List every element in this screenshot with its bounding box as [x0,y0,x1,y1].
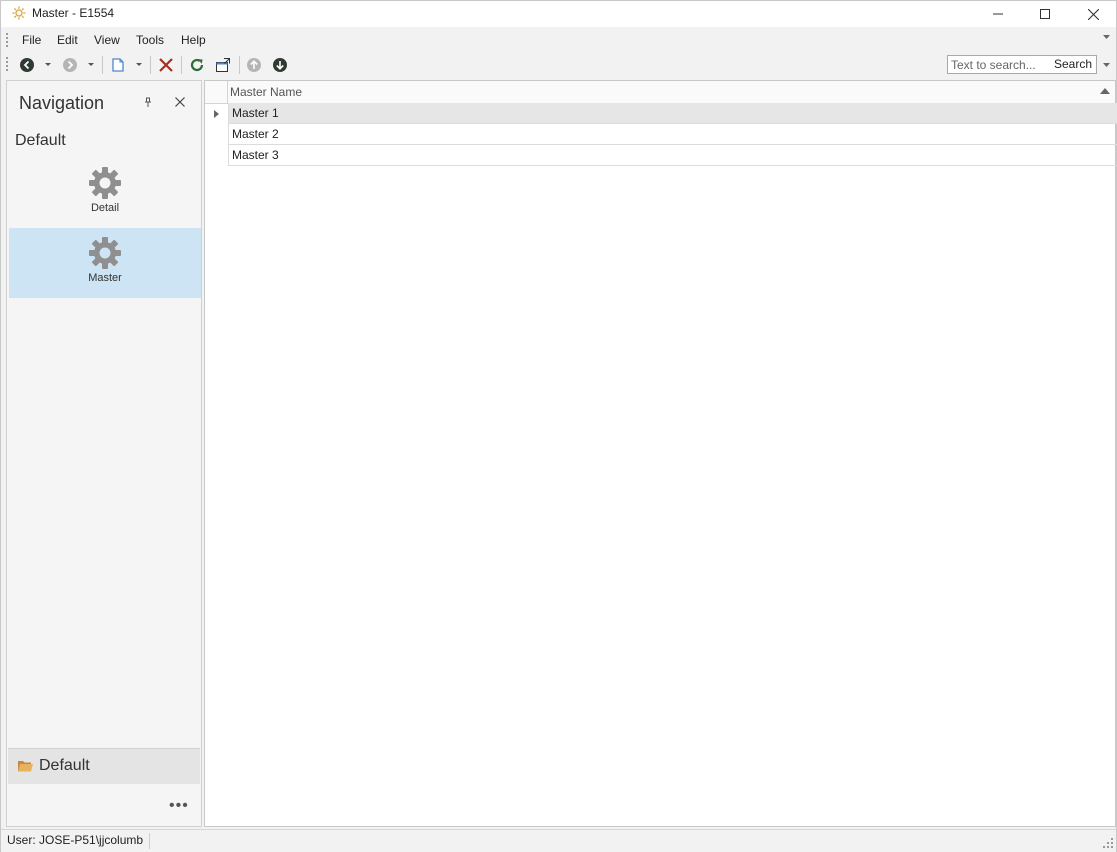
nav-item-label: Master [88,272,122,284]
nav-item-label: Detail [90,202,120,214]
close-icon[interactable] [175,97,185,107]
nav-group-default-label: Default [39,757,90,774]
minimize-button[interactable] [975,1,1021,27]
toolbar-separator [150,56,151,74]
menu-tools[interactable]: Tools [136,33,164,47]
cell-master-name: Master 3 [232,148,279,162]
app-gear-icon [12,6,26,20]
nav-item-detail[interactable]: Detail [9,158,201,228]
search-button[interactable]: Search [1054,57,1092,71]
refresh-icon[interactable] [189,57,205,73]
nav-item-master[interactable]: Master [9,228,201,298]
forward-icon[interactable] [62,57,78,73]
status-bar: User: JOSE-P51\jjcolumb [1,829,1116,852]
maximize-icon [1040,9,1050,19]
navigation-panel: Navigation Default Detail Master Default… [6,80,202,827]
close-window-button[interactable] [1070,1,1116,27]
menu-view[interactable]: View [94,33,120,47]
title-bar: Master - E1554 [1,1,1116,27]
menu-file[interactable]: File [22,33,41,47]
grid-header: Master Name [205,81,1115,104]
delete-icon[interactable] [158,57,174,73]
column-header-master-name[interactable]: Master Name [230,85,302,99]
table-row[interactable]: Master 3 [228,145,1117,166]
previous-record-icon[interactable] [246,57,262,73]
menu-bar: File Edit View Tools Help [1,29,1116,51]
row-indicator-header [205,81,228,103]
menu-grip[interactable] [6,33,9,49]
search-box: Search [947,55,1097,74]
toolbar-separator [102,56,103,74]
menu-overflow-icon[interactable] [1103,35,1110,40]
row-focus-indicator-icon [214,110,219,118]
maximize-button[interactable] [1022,1,1068,27]
gear-icon [89,237,121,269]
menu-help[interactable]: Help [181,33,206,47]
status-user: User: JOSE-P51\jjcolumb [7,833,151,849]
open-window-icon[interactable] [215,57,231,73]
resize-grip-icon[interactable] [1103,838,1113,848]
toolbar: Search [1,52,1116,78]
search-input[interactable] [948,56,1055,73]
next-record-icon[interactable] [272,57,288,73]
new-dropdown-icon[interactable] [136,63,142,66]
app-window: Master - E1554 File Edit View Tools Help [0,0,1117,852]
forward-dropdown-icon[interactable] [88,63,94,66]
nav-group-default-bar[interactable]: Default [8,748,200,784]
back-icon[interactable] [19,57,35,73]
table-row[interactable]: Master 1 [228,103,1117,124]
more-options-icon[interactable]: ••• [169,797,189,815]
sort-ascending-icon [1100,88,1110,94]
toolbar-overflow-icon[interactable] [1103,63,1110,68]
cell-master-name: Master 2 [232,127,279,141]
new-icon[interactable] [110,57,126,73]
menu-edit[interactable]: Edit [57,33,78,47]
toolbar-separator [239,56,240,74]
minimize-icon [993,13,1003,15]
toolbar-grip[interactable] [6,57,9,73]
gear-icon [89,167,121,199]
back-dropdown-icon[interactable] [45,63,51,66]
navigation-title: Navigation [19,93,105,113]
pin-icon[interactable] [143,97,153,108]
toolbar-separator [181,56,182,74]
master-grid: Master Name Master 1 Master 2 Master 3 [204,80,1117,827]
close-icon [1087,8,1099,20]
table-row[interactable]: Master 2 [228,124,1117,145]
navigation-group-label: Default [15,132,66,149]
folder-icon [18,761,33,772]
cell-master-name: Master 1 [232,106,279,120]
window-title: Master - E1554 [32,6,115,20]
